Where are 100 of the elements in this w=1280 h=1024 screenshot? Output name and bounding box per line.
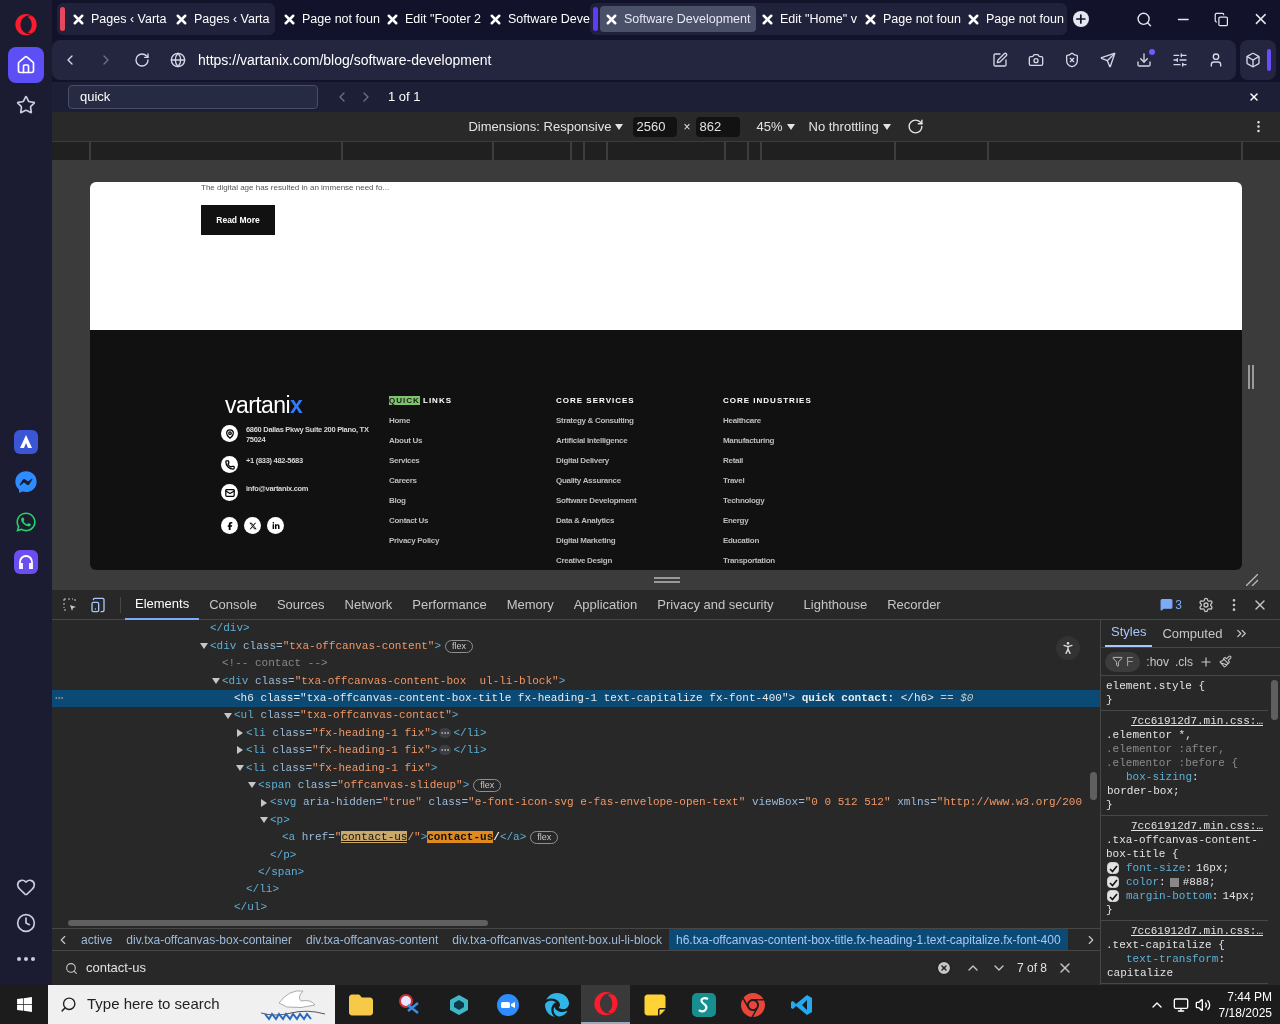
footer-link[interactable]: Home [389,416,411,427]
dimensions-dropdown[interactable]: Dimensions: Responsive [468,116,624,137]
footer-link[interactable]: Software Development [556,496,637,507]
footer-link[interactable]: Blog [389,496,406,507]
source-link[interactable]: 7cc61912d7.min.css:… [1106,819,1263,833]
checkbox[interactable] [1107,890,1119,902]
width-field[interactable]: 2560 [633,116,678,137]
filter-field[interactable]: F [1105,651,1141,672]
restore-button[interactable] [1213,11,1229,27]
x-logo-icon[interactable] [244,517,261,534]
disclosure-triangle-icon[interactable] [200,642,208,651]
sidebar-button[interactable] [8,47,44,83]
source-link[interactable]: 7cc61912d7.min.css:… [1106,924,1263,938]
footer-link[interactable]: Manufacturing [723,436,775,447]
dom-tree-row[interactable]: <!-- contact --> [52,654,1100,673]
panel-tab[interactable]: Styles [1105,621,1153,647]
devtools-tab[interactable]: Performance [402,589,497,620]
footer-link[interactable]: Technology [723,496,765,507]
breadcrumb[interactable]: div.txa-offcanvas-content [299,929,446,950]
browser-tab[interactable]: Edit "Home" v [756,6,859,32]
shield-icon[interactable] [1064,52,1080,68]
paintbrush-icon[interactable] [1219,655,1233,668]
clock-display[interactable]: 7:44 PM 7/18/2025 [1218,988,1280,1021]
browser-tab[interactable]: Page not foun [962,6,1065,32]
breadcrumb[interactable]: active [74,929,120,950]
footer-link[interactable]: Transportation [723,556,775,567]
element-picker-icon[interactable] [62,596,78,613]
checkbox[interactable] [1107,862,1119,874]
send-icon[interactable] [1100,52,1116,68]
browser-tab[interactable]: Page not foun [278,6,381,32]
throttling-dropdown[interactable]: No throttling [808,116,891,137]
ellipsis-icon[interactable] [439,745,452,756]
footer-link[interactable]: Contact Us [389,516,429,527]
footer-link[interactable]: Retail [723,456,743,467]
taskbar-search-field[interactable]: Type here to search [48,985,335,1024]
find-field[interactable]: quick [68,85,318,109]
profile-icon[interactable] [1208,52,1224,68]
footer-link[interactable]: About Us [389,436,423,447]
dom-tree-row[interactable]: <div class="txa-offcanvas-content-box ul-li-block"> [52,672,1100,690]
footer-link[interactable]: Strategy & Consulting [556,416,634,427]
browser-tab[interactable]: Software Development [600,6,756,32]
devtools-tab[interactable]: Recorder [877,589,951,620]
corner-resize-icon[interactable] [1246,574,1258,586]
devtools-tab[interactable]: Application [563,589,648,620]
browser-tab[interactable]: Edit "Footer 2 [381,6,484,32]
volume-icon[interactable] [1194,996,1211,1013]
panel-tab[interactable]: Computed [1156,623,1229,647]
browser-tab[interactable]: Pages ‹ Varta [170,6,273,32]
footer-link[interactable]: Digital Delivery [556,456,609,467]
devtools-tab[interactable]: Sources [266,589,335,620]
in-logo-icon[interactable] [267,517,284,534]
browser-tab[interactable]: Page not foun [859,6,962,32]
clear-icon[interactable] [936,960,952,976]
resize-handle-icon[interactable] [654,577,680,583]
source-link[interactable]: 7cc61912d7.min.css:… [1106,714,1263,728]
download-icon[interactable] [1136,52,1152,68]
footer-link[interactable]: Education [723,536,759,547]
footer-link[interactable]: Travel [723,476,745,487]
devtools-tab[interactable]: Elements [125,589,200,620]
dom-tree-row[interactable]: <ul class="txa-offcanvas-contact"> [52,706,1100,725]
checkbox[interactable] [1107,876,1119,888]
resize-handle-icon[interactable] [1248,365,1254,389]
devtools-tab[interactable]: Console [199,589,267,620]
search-icon[interactable] [1135,10,1153,28]
footer-link[interactable]: Artificial Intelligence [556,436,628,447]
add-rule-button[interactable] [1199,654,1214,669]
footer-link[interactable]: Services [389,456,420,467]
rotate-icon[interactable] [906,118,924,135]
devtools-tab[interactable]: Network [334,589,403,620]
reload-button[interactable] [134,52,150,68]
dom-tree-row[interactable]: <li class="fx-heading-1 fix"> </li> [52,741,1100,760]
footer-link[interactable]: Quality Assurance [556,476,621,487]
dom-tree-row[interactable]: <p> [52,811,1100,829]
devtools-tab[interactable]: Memory [496,589,564,620]
browser-tab[interactable]: Pages ‹ Varta [67,6,170,32]
camera-icon[interactable] [1028,52,1044,68]
footer-link[interactable]: Careers [389,476,417,487]
dom-tree-row[interactable]: <svg aria-hidden="true" class="e-font-icon-svg e-fas-envelope-open-text" viewBox="0 0 512 512" xmlns="http://www.w3.org/200 [52,793,1100,812]
devtools-tab[interactable]: Lighthouse [793,589,878,620]
dom-tree-row[interactable]: </div> [52,620,1100,638]
dom-tree-row[interactable]: <div class="txa-offcanvas-content"> flex [52,637,1100,655]
breadcrumb[interactable]: div.txa-offcanvas-content-box.ul-li-block [445,929,669,950]
dom-tree-row[interactable]: <a href="contact-us/">contact-us/</a> flex [52,828,1100,847]
device-toggle-icon[interactable] [90,596,106,613]
disclosure-triangle-icon[interactable] [260,816,268,824]
extension-button[interactable] [1240,40,1276,80]
footer-link[interactable]: Creative Design [556,556,612,567]
footer-link[interactable]: Privacy Policy [389,536,440,547]
hov-button[interactable]: :hov [1146,652,1170,671]
new-tab-button[interactable] [1073,11,1089,27]
settings-icon[interactable] [1198,596,1214,613]
cls-button[interactable]: .cls [1175,652,1194,671]
height-field[interactable]: 862 [696,116,741,137]
dom-tree-row[interactable]: <h6 class="txa-offcanvas-content-box-title fx-heading-1 text-capitalize fx-font-400"> quick contact: </h6> == $0 [52,689,1100,707]
issues-button[interactable]: 3 [1160,595,1182,614]
disclosure-triangle-icon[interactable] [212,676,220,685]
ellipsis-icon[interactable] [439,728,452,739]
f-logo-icon[interactable] [221,517,238,534]
accessibility-button[interactable] [1056,636,1080,660]
breadcrumb[interactable]: div.txa-offcanvas-box-container [119,929,299,950]
